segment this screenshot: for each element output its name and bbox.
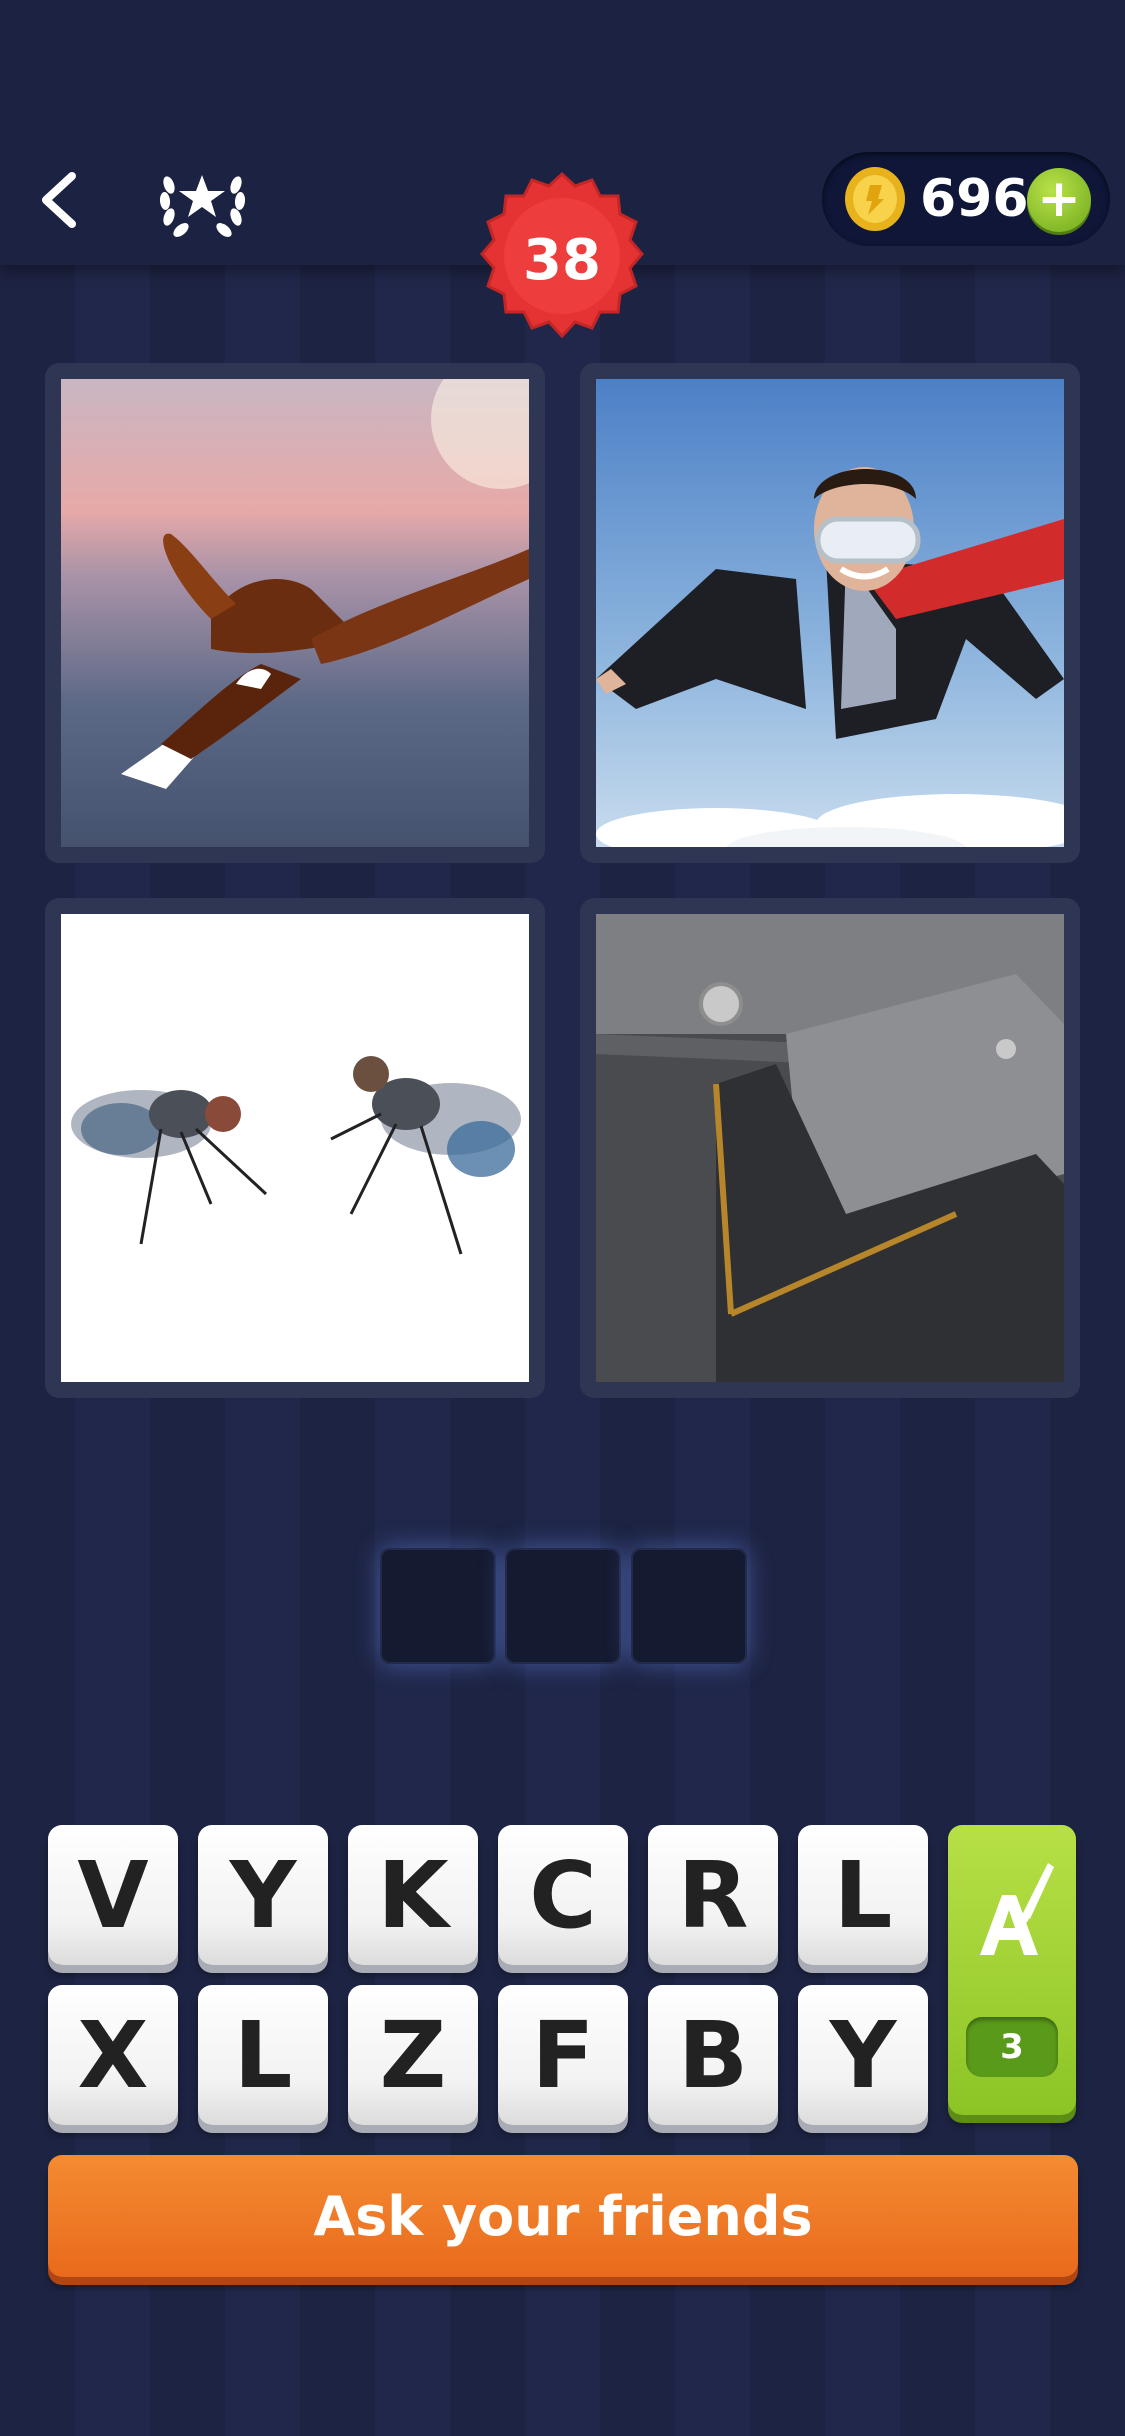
eagle-image: [61, 379, 529, 847]
letter-key[interactable]: R: [648, 1825, 778, 1965]
hint-button[interactable]: 3: [948, 1825, 1076, 2115]
jeans-zipper-image: [596, 914, 1064, 1382]
coin-balance[interactable]: 696 +: [822, 152, 1110, 246]
coin-count: 696: [920, 169, 1029, 229]
letter-key[interactable]: V: [48, 1825, 178, 1965]
letter-key[interactable]: F: [498, 1985, 628, 2125]
letter-key[interactable]: K: [348, 1825, 478, 1965]
picture-tile-1[interactable]: [45, 363, 545, 863]
ask-friends-button[interactable]: Ask your friends: [48, 2155, 1078, 2277]
achievements-laurel-icon[interactable]: [155, 155, 250, 245]
flying-man-image: [596, 379, 1064, 847]
level-number: 38: [523, 227, 601, 293]
flies-image: [61, 914, 529, 1382]
picture-tile-4[interactable]: [580, 898, 1080, 1398]
letter-key[interactable]: Y: [198, 1825, 328, 1965]
answer-slot-2[interactable]: [505, 1548, 621, 1664]
letter-key[interactable]: L: [198, 1985, 328, 2125]
chevron-left-icon: [42, 172, 76, 228]
back-button[interactable]: [30, 160, 90, 240]
picture-tile-2[interactable]: [580, 363, 1080, 863]
letter-key[interactable]: B: [648, 1985, 778, 2125]
buy-coins-plus-button[interactable]: +: [1027, 168, 1091, 232]
letter-key[interactable]: Z: [348, 1985, 478, 2125]
letter-key[interactable]: C: [498, 1825, 628, 1965]
letter-key[interactable]: X: [48, 1985, 178, 2125]
letter-key[interactable]: L: [798, 1825, 928, 1965]
hint-count-badge: 3: [966, 2017, 1058, 2077]
picture-tile-3[interactable]: [45, 898, 545, 1398]
letter-key[interactable]: Y: [798, 1985, 928, 2125]
paintbrush-letter-icon: [980, 1863, 1054, 1955]
coin-icon: [845, 167, 905, 231]
answer-slot-1[interactable]: [380, 1548, 496, 1664]
answer-slot-3[interactable]: [631, 1548, 747, 1664]
